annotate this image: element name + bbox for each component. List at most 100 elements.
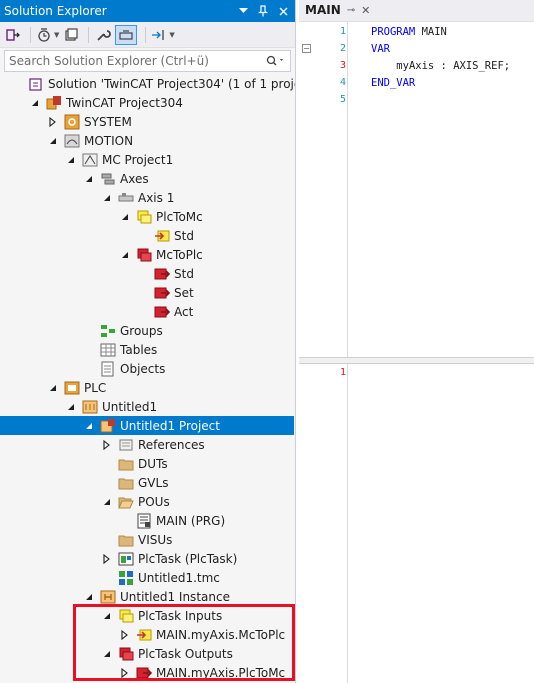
collapsed-arrow-icon[interactable] — [120, 629, 130, 640]
tree-item[interactable]: Untitled1 — [0, 397, 294, 416]
tab-main[interactable]: MAIN ⊸ ✕ — [299, 0, 377, 21]
tree-item[interactable]: TwinCAT Project304 — [0, 93, 294, 112]
tree-item[interactable]: Groups — [0, 321, 294, 340]
expanded-arrow-icon[interactable] — [102, 193, 112, 203]
axis-icon — [118, 190, 134, 206]
line-number-gutter: 1 — [299, 364, 347, 683]
tree-item[interactable]: Solution 'TwinCAT Project304' (1 of 1 pr… — [0, 74, 295, 93]
no-expander — [84, 345, 94, 355]
tree-item[interactable]: MAIN.myAxis.McToPlc — [0, 625, 294, 644]
preview-selected-items-icon[interactable] — [115, 24, 138, 45]
tree-item[interactable]: PlcToMc — [0, 207, 294, 226]
tree-item[interactable]: Axis 1 — [0, 188, 294, 207]
collapsed-arrow-icon[interactable] — [102, 553, 112, 564]
collapsed-arrow-icon[interactable] — [48, 116, 58, 127]
tree-item-label: Groups — [120, 323, 163, 338]
tree-item[interactable]: Objects — [0, 359, 294, 378]
fold-collapse-icon[interactable]: − — [302, 44, 311, 53]
editor-tab-strip: MAIN ⊸ ✕ — [299, 0, 534, 22]
tree-item[interactable]: Std — [0, 226, 294, 245]
tree-item[interactable]: PlcTask Outputs — [0, 644, 294, 663]
expanded-arrow-icon[interactable] — [48, 383, 58, 393]
search-input[interactable] — [5, 54, 260, 68]
tree-item[interactable]: PlcTask (PlcTask) — [0, 549, 294, 568]
tree-item[interactable]: MAIN.myAxis.PlcToMc — [0, 663, 294, 682]
expanded-arrow-icon[interactable] — [120, 212, 130, 222]
no-expander — [102, 535, 112, 545]
tree-item[interactable]: POUs — [0, 492, 294, 511]
expanded-arrow-icon[interactable] — [30, 98, 40, 108]
show-all-files-icon[interactable]: ▼ — [151, 25, 175, 45]
expanded-arrow-icon[interactable] — [66, 155, 76, 165]
tree-item-label: Tables — [120, 342, 158, 357]
tree-item[interactable]: MC Project1 — [0, 150, 294, 169]
tree-item-label: SYSTEM — [84, 114, 132, 129]
code-keyword: VAR — [371, 43, 390, 55]
folder-icon — [118, 532, 134, 548]
tree-item[interactable]: PlcTask Inputs — [0, 606, 294, 625]
program-icon — [136, 513, 152, 529]
tree-item[interactable]: GVLs — [0, 473, 294, 492]
plc-instance-icon — [100, 589, 116, 605]
collapsed-arrow-icon[interactable] — [120, 667, 130, 678]
tree-item-label: Axes — [120, 171, 149, 186]
tab-close-icon[interactable]: ✕ — [361, 4, 370, 17]
task-icon — [118, 551, 134, 567]
input-image-icon — [118, 608, 134, 624]
tree-item[interactable]: Untitled1 Project — [0, 416, 294, 435]
expanded-arrow-icon[interactable] — [120, 250, 130, 260]
tree-item[interactable]: Tables — [0, 340, 294, 359]
search-icon[interactable] — [260, 55, 290, 67]
tree-item-label: Std — [174, 228, 194, 243]
tree-item[interactable]: PLC — [0, 378, 294, 397]
sync-with-active-document-icon[interactable] — [4, 25, 22, 45]
tree-item[interactable]: Untitled1.tmc — [0, 568, 294, 587]
tree-item[interactable]: Axes — [0, 169, 294, 188]
tree-item-label: Objects — [120, 361, 166, 376]
expanded-arrow-icon[interactable] — [84, 421, 94, 431]
expanded-arrow-icon[interactable] — [102, 611, 112, 621]
tree-item-label: MAIN (PRG) — [156, 513, 226, 528]
tree-item[interactable]: DUTs — [0, 454, 294, 473]
window-position-dropdown-icon[interactable] — [235, 3, 251, 19]
expanded-arrow-icon[interactable] — [84, 174, 94, 184]
tree-item[interactable]: Act — [0, 302, 294, 321]
refresh-icon[interactable] — [62, 25, 80, 45]
expanded-arrow-icon[interactable] — [102, 649, 112, 659]
tree-item[interactable]: References — [0, 435, 294, 454]
solution-explorer-search-box[interactable] — [4, 50, 291, 72]
axes-icon — [100, 171, 116, 187]
solution-explorer-panel: Solution Explorer ▼ ▼ Search Solution Ex… — [0, 0, 296, 683]
no-expander — [120, 516, 130, 526]
tree-item-label: GVLs — [138, 475, 169, 490]
tree-item[interactable]: Set — [0, 283, 294, 302]
expanded-arrow-icon[interactable] — [48, 136, 58, 146]
properties-wrench-icon[interactable] — [94, 25, 112, 45]
twincat-project-icon — [46, 95, 62, 111]
declaration-editor[interactable]: 12345 − PROGRAM MAIN VAR myAxis : AXIS_RE… — [299, 22, 534, 359]
tree-item[interactable]: VISUs — [0, 530, 294, 549]
tree-item[interactable]: McToPlc — [0, 245, 294, 264]
tree-item[interactable]: SYSTEM — [0, 112, 294, 131]
input-var-icon — [154, 228, 170, 244]
implementation-editor[interactable]: 1 — [299, 364, 534, 683]
editor-splitter[interactable] — [299, 357, 534, 364]
expanded-arrow-icon[interactable] — [66, 402, 76, 412]
expanded-arrow-icon[interactable] — [102, 497, 112, 507]
collapsed-arrow-icon[interactable] — [102, 439, 112, 450]
tree-item[interactable]: Std — [0, 264, 294, 283]
tab-pin-icon[interactable]: ⊸ — [347, 5, 355, 16]
tree-item[interactable]: Untitled1 Instance — [0, 587, 294, 606]
tree-item-label: PlcTask (PlcTask) — [138, 551, 238, 566]
plc-subproject-icon — [100, 418, 116, 434]
panel-title: Solution Explorer — [4, 4, 107, 18]
tree-item-label: Untitled1 — [102, 399, 158, 414]
close-icon[interactable] — [275, 3, 291, 19]
tree-item-label: MOTION — [84, 133, 134, 148]
pending-changes-filter-icon[interactable]: ▼ — [36, 25, 59, 45]
pin-icon[interactable] — [255, 3, 271, 19]
tree-item[interactable]: MAIN (PRG) — [0, 511, 294, 530]
tree-item[interactable]: MOTION — [0, 131, 294, 150]
expanded-arrow-icon[interactable] — [84, 592, 94, 602]
